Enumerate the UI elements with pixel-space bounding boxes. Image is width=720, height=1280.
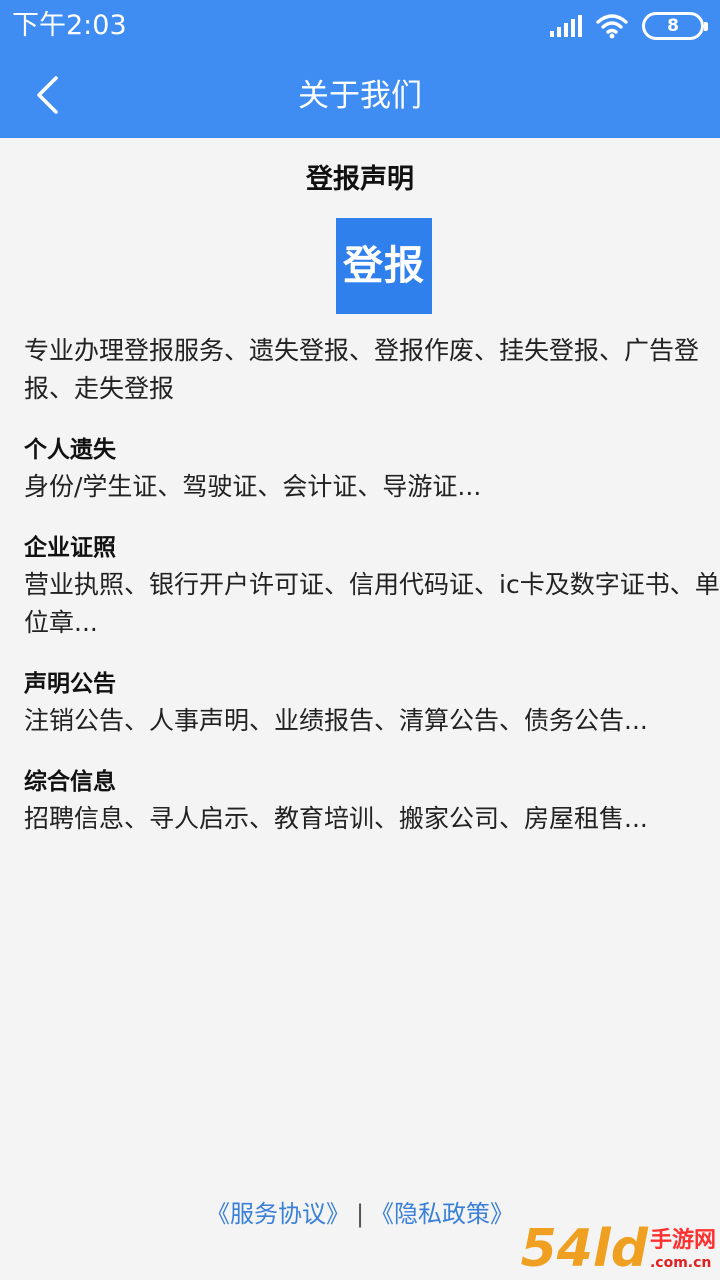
nav-bar: 关于我们 xyxy=(0,52,720,138)
section-personal-loss: 个人遗失 身份/学生证、驾驶证、会计证、导游证... xyxy=(24,434,720,506)
section-announcements: 声明公告 注销公告、人事声明、业绩报告、清算公告、债务公告... xyxy=(24,668,720,740)
status-icons: 8 xyxy=(550,10,708,42)
privacy-policy-link[interactable]: 《隐私政策》 xyxy=(370,1200,514,1228)
section-body: 招聘信息、寻人启示、教育培训、搬家公司、房屋租售... xyxy=(24,804,648,833)
section-enterprise-license: 企业证照 营业执照、银行开户许可证、信用代码证、ic卡及数字证书、单位章... xyxy=(24,532,720,642)
section-body: 身份/学生证、驾驶证、会计证、导游证... xyxy=(24,472,482,501)
section-title: 声明公告 xyxy=(24,671,116,697)
watermark-url: .com.cn xyxy=(649,1255,712,1271)
status-time: 下午2:03 xyxy=(12,10,127,41)
section-body: 注销公告、人事声明、业绩报告、清算公告、债务公告... xyxy=(24,706,648,735)
logo-text: 登报 xyxy=(343,243,425,289)
signal-icon xyxy=(550,15,582,37)
status-bar: 下午2:03 8 xyxy=(0,0,720,52)
watermark-cn: 手游网 xyxy=(649,1228,716,1253)
section-title: 企业证照 xyxy=(24,535,116,561)
section-general-info: 综合信息 招聘信息、寻人启示、教育培训、搬家公司、房屋租售... xyxy=(24,766,720,838)
watermark-logo: 54ld 手游网 .com.cn xyxy=(521,1220,716,1278)
service-agreement-link[interactable]: 《服务协议》 xyxy=(206,1200,350,1228)
battery-level: 8 xyxy=(667,16,679,36)
content: 专业办理登报服务、遗失登报、登报作废、挂失登报、广告登报、走失登报 个人遗失 身… xyxy=(24,332,720,838)
page-title: 关于我们 xyxy=(298,78,422,114)
logo: 登报 xyxy=(336,218,432,314)
section-heading: 登报声明 xyxy=(306,164,414,195)
intro-text: 专业办理登报服务、遗失登报、登报作废、挂失登报、广告登报、走失登报 xyxy=(24,336,700,403)
section-title: 综合信息 xyxy=(24,769,116,795)
wifi-icon xyxy=(596,14,628,39)
watermark-brand: 54ld xyxy=(520,1219,648,1279)
section-body: 营业执照、银行开户许可证、信用代码证、ic卡及数字证书、单位章... xyxy=(24,570,720,637)
battery-icon: 8 xyxy=(642,12,708,40)
footer-separator: | xyxy=(355,1200,365,1228)
section-title: 个人遗失 xyxy=(24,437,116,463)
